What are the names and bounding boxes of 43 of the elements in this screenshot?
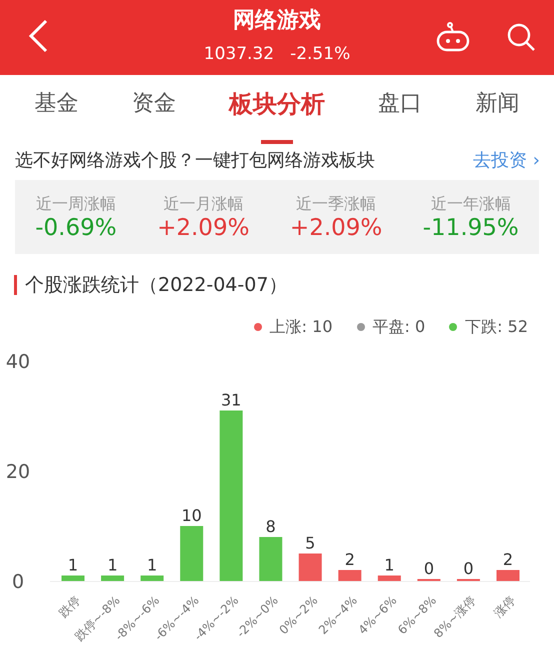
stat-label: 近一年涨幅 <box>430 193 512 216</box>
x-axis-label: 跌停 <box>56 593 84 620</box>
legend-label: 上涨: 10 <box>270 316 332 338</box>
bar-value-label: 1 <box>107 556 118 574</box>
y-tick-label: 0 <box>12 571 24 593</box>
section-marker <box>14 275 17 295</box>
bar-value-label: 2 <box>502 550 514 569</box>
y-tick-label: 40 <box>6 351 30 373</box>
bar-value-label: 0 <box>463 559 474 578</box>
legend-label: 平盘: 0 <box>372 316 426 338</box>
legend-label: 下跌: 52 <box>465 316 528 338</box>
bar-value-label: 10 <box>181 506 202 525</box>
stat-value: -11.95% <box>422 216 519 242</box>
bar-value-label: 0 <box>424 559 434 578</box>
page-title: 网络游戏 <box>233 7 321 32</box>
search-icon[interactable] <box>506 22 536 52</box>
stat-label: 近一季涨幅 <box>295 193 378 216</box>
stat-value: -0.69% <box>35 216 117 242</box>
bar-value-label: 31 <box>221 390 242 410</box>
bar-value-label: 1 <box>384 556 394 574</box>
tab[interactable]: 资金 <box>132 87 176 128</box>
bar-value-label: 8 <box>266 517 276 536</box>
tab[interactable]: 盘口 <box>378 87 422 128</box>
robot-icon[interactable] <box>436 22 470 52</box>
tab[interactable]: 板块分析 <box>228 86 325 130</box>
back-icon[interactable] <box>26 18 50 54</box>
bar-value-label: 5 <box>305 534 316 552</box>
x-axis-label: 涨停 <box>491 593 518 620</box>
tab[interactable]: 新闻 <box>475 87 520 128</box>
promo-text: 选不好网络游戏个股？一键打包网络游戏板块 <box>15 148 375 172</box>
bar-value-label: 1 <box>147 556 158 574</box>
bar-value-label: 1 <box>68 556 78 574</box>
stat-label: 近一月涨幅 <box>162 193 244 216</box>
bar-value-label: 2 <box>344 550 355 569</box>
y-tick-label: 20 <box>6 461 30 483</box>
stat-value: +2.09% <box>290 216 382 242</box>
section-title: 个股涨跌统计（2022-04-07） <box>25 272 288 298</box>
stat-label: 近一周涨幅 <box>35 193 117 216</box>
stat-value: +2.09% <box>157 216 250 242</box>
tab[interactable]: 基金 <box>34 87 79 128</box>
index-change: -2.51% <box>290 43 350 66</box>
index-price: 1037.32 <box>204 43 274 66</box>
tab-indicator <box>260 140 293 144</box>
